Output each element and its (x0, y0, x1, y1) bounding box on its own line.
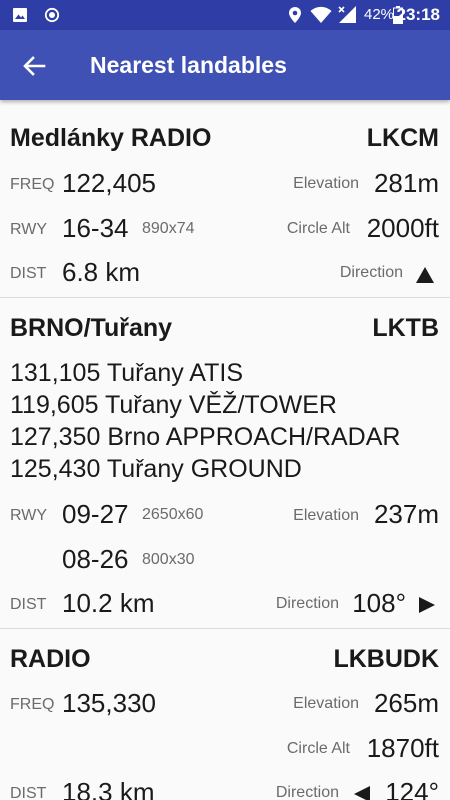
rwy-dimensions: 890x74 (142, 220, 195, 237)
dist-value: 6.8 km (62, 257, 141, 287)
dist-label: DIST (10, 596, 47, 613)
elevation-label: Elevation (293, 507, 359, 524)
page-title: Nearest landables (90, 52, 287, 78)
airfield-code: LKTB (372, 314, 439, 342)
app-bar: Nearest landables (0, 30, 450, 100)
rwy-label: RWY (10, 507, 48, 524)
elevation-value: 237m (373, 499, 439, 529)
battery-percentage: 42% (364, 6, 395, 23)
airfield-name: RADIO (10, 645, 91, 673)
record-icon (44, 7, 60, 23)
direction-label: Direction (275, 595, 339, 612)
signal-icon (338, 6, 356, 23)
rwy-dimensions: 800x30 (142, 551, 195, 568)
back-arrow-icon[interactable] (18, 50, 50, 82)
direction-label: Direction (339, 264, 403, 281)
direction-value: 124° (385, 777, 439, 800)
dist-value: 10.2 km (62, 588, 155, 618)
freq-label: FREQ (10, 696, 55, 713)
elevation-value: 281m (373, 168, 439, 198)
wifi-icon (310, 6, 332, 23)
airfield-name: BRNO/Tuřany (10, 314, 173, 342)
elevation-label: Elevation (293, 175, 359, 192)
freq-value: 135,330 (62, 688, 156, 718)
direction-value: 108° (352, 588, 406, 618)
frequency-line: 119,605 Tuřany VĚŽ/TOWER (10, 391, 337, 419)
list-item[interactable]: RADIO LKBUDK FREQ 135,330 Elevation 265m… (0, 629, 450, 800)
circle-alt-label: Circle Alt (286, 740, 350, 757)
airfield-code: LKBUDK (333, 645, 439, 673)
landables-list[interactable]: Medlánky RADIO LKCM FREQ 122,405 Elevati… (0, 100, 450, 800)
airfield-code: LKCM (366, 124, 439, 152)
direction-label: Direction (275, 784, 339, 800)
arrow-left-icon (354, 786, 370, 800)
circle-alt-value: 2000ft (366, 213, 439, 243)
freq-value: 122,405 (62, 168, 156, 198)
elevation-value: 265m (373, 688, 439, 718)
frequency-line: 127,350 Brno APPROACH/RADAR (10, 423, 401, 451)
frequency-line: 125,430 Tuřany GROUND (10, 455, 302, 483)
elevation-label: Elevation (293, 695, 359, 712)
dist-value: 18.3 km (62, 777, 155, 800)
arrow-up-icon (416, 267, 434, 283)
circle-alt-value: 1870ft (366, 733, 439, 763)
list-item[interactable]: BRNO/Tuřany LKTB 131,105 Tuřany ATIS 119… (0, 298, 450, 629)
list-item[interactable]: Medlánky RADIO LKCM FREQ 122,405 Elevati… (0, 100, 450, 298)
circle-alt-label: Circle Alt (286, 220, 350, 237)
clock: 23:18 (396, 5, 440, 24)
arrow-right-icon (419, 597, 435, 613)
dist-label: DIST (10, 785, 47, 800)
frequency-line: 131,105 Tuřany ATIS (10, 359, 244, 387)
rwy-label: RWY (10, 221, 48, 238)
rwy-dimensions: 2650x60 (142, 506, 204, 523)
airfield-name: Medlánky RADIO (10, 124, 212, 152)
freq-label: FREQ (10, 176, 55, 193)
rwy-value: 16-34 (62, 213, 129, 243)
status-bar: 42% 23:18 (0, 0, 450, 30)
image-icon (13, 8, 27, 22)
rwy-value: 09-27 (62, 499, 129, 529)
rwy-value: 08-26 (62, 544, 129, 574)
dist-label: DIST (10, 265, 47, 282)
location-icon (289, 7, 301, 23)
